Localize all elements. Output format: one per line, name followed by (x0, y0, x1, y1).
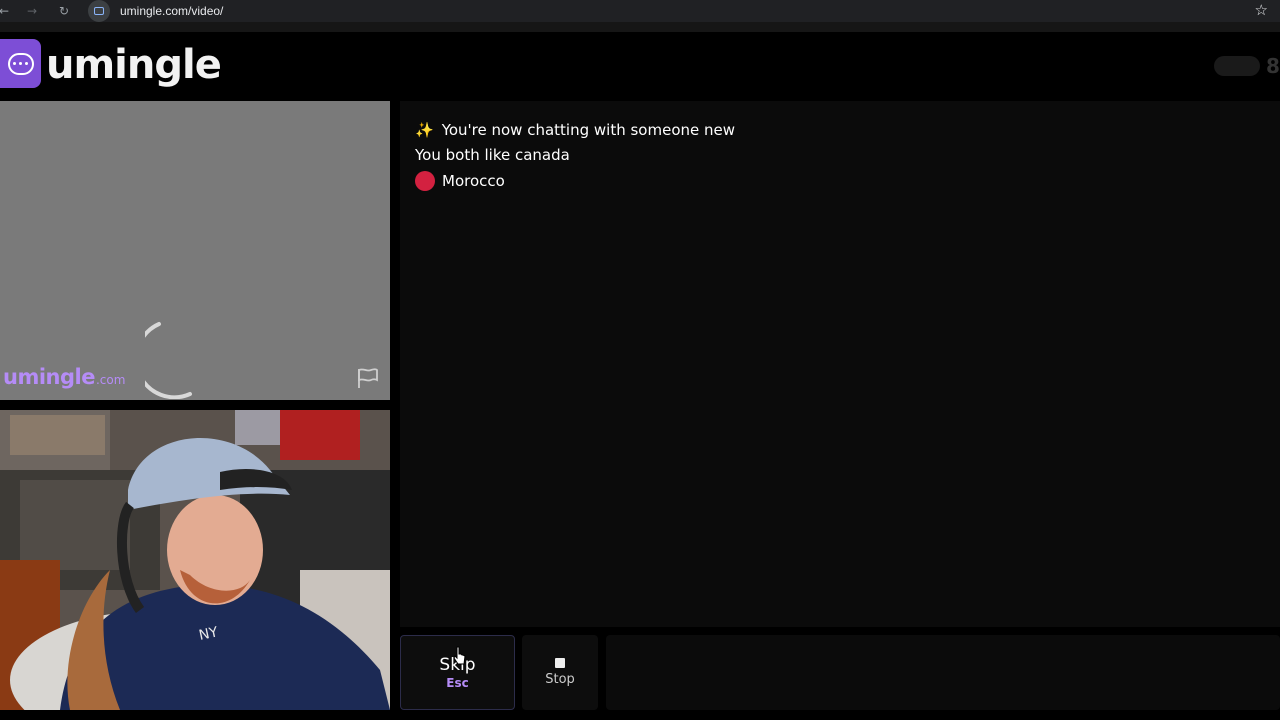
country-flag-icon (415, 171, 435, 191)
chat-message-input[interactable] (606, 635, 1280, 710)
watermark-brand: umingle (3, 365, 95, 389)
report-flag-icon[interactable] (356, 367, 380, 389)
stop-label: Stop (545, 672, 575, 687)
video-watermark: umingle .com (3, 365, 125, 389)
bookmark-star-icon[interactable]: ☆ (1255, 1, 1268, 19)
stop-square-icon (555, 658, 565, 668)
skip-shortcut-label: Esc (446, 675, 469, 690)
forward-arrow-icon[interactable]: → (22, 0, 42, 22)
stranger-country: Morocco (415, 171, 505, 191)
theme-toggle[interactable] (1214, 56, 1260, 76)
url-text[interactable]: umingle.com/video/ (120, 4, 223, 18)
country-name: Morocco (442, 172, 505, 190)
mouse-cursor-icon (453, 646, 466, 665)
address-bar[interactable]: umingle.com/video/ (88, 0, 223, 22)
sparkle-icon: ✨ (415, 121, 434, 139)
online-count: 8 (1266, 54, 1280, 78)
stranger-video (0, 101, 390, 400)
site-logo-text[interactable]: umingle (46, 42, 222, 88)
loading-spinner-icon (145, 322, 192, 399)
webcam-feed-image: NY (0, 410, 390, 710)
system-message-new-chat: ✨ You're now chatting with someone new (415, 121, 735, 139)
site-camera-icon (88, 0, 110, 22)
stop-button[interactable]: Stop (522, 635, 598, 710)
chat-bubble-logo-icon[interactable] (0, 39, 41, 88)
app-header: umingle 8 (0, 32, 1280, 100)
reload-icon[interactable]: ↻ (54, 0, 74, 22)
self-webcam-video: NY (0, 410, 390, 710)
watermark-domain: .com (95, 373, 126, 387)
browser-toolbar: ← → ↻ umingle.com/video/ ☆ (0, 0, 1280, 22)
back-arrow-icon[interactable]: ← (0, 0, 14, 22)
common-interest-text: You both like canada (415, 146, 570, 164)
chrome-divider (0, 22, 1280, 32)
chat-panel: ✨ You're now chatting with someone new Yo… (400, 101, 1280, 627)
new-chat-text: You're now chatting with someone new (441, 121, 736, 139)
